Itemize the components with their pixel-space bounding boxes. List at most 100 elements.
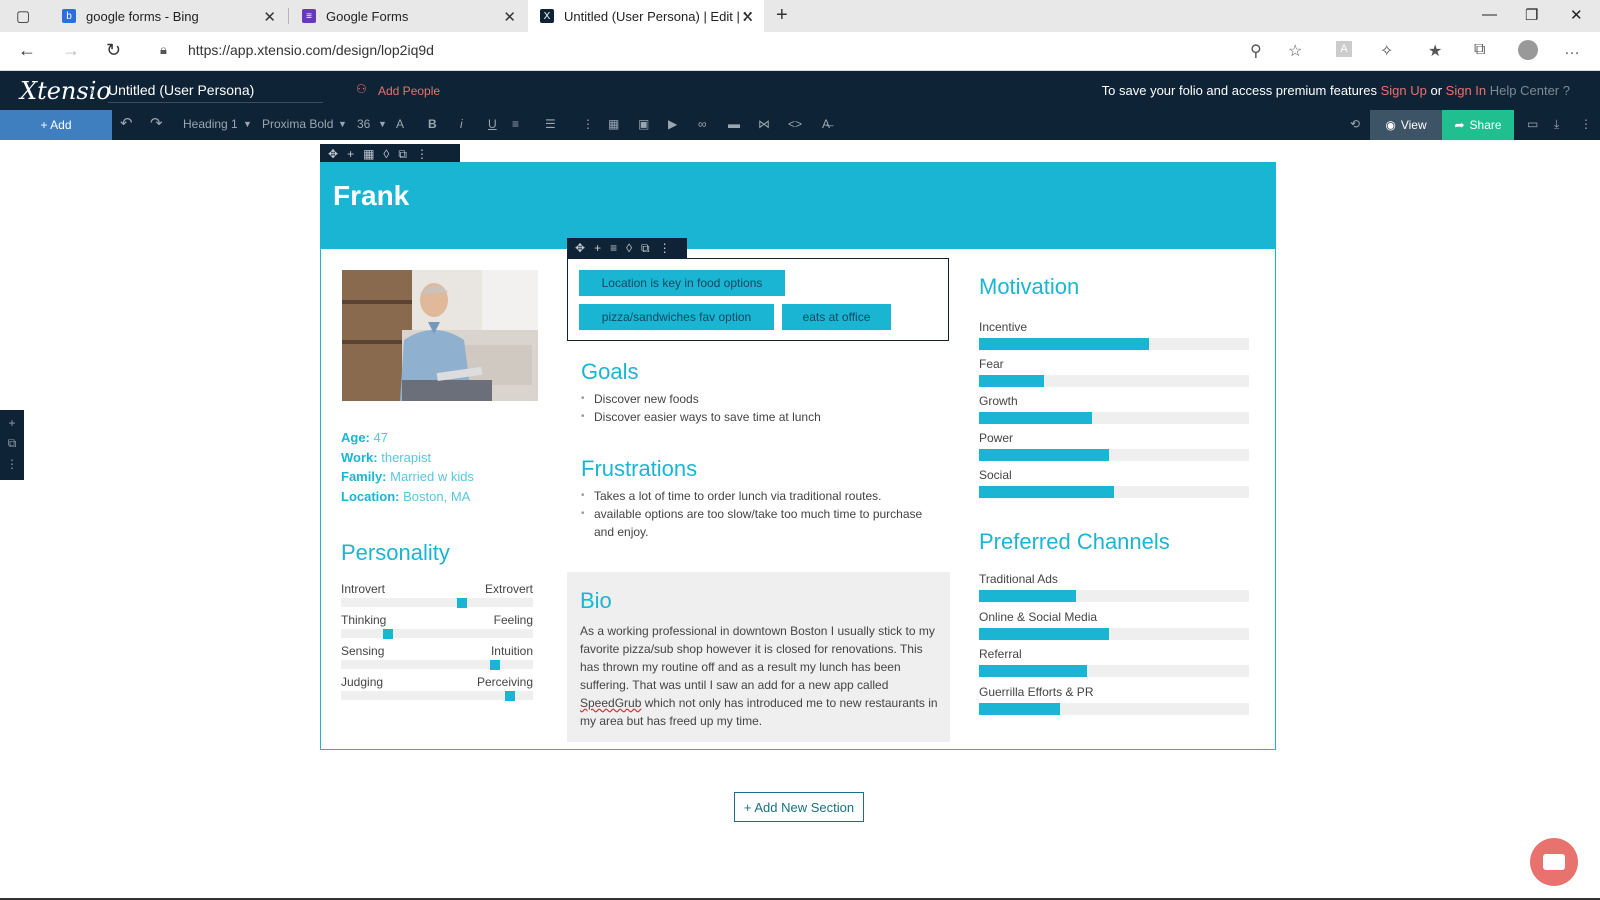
close-tab-icon[interactable]: ✕ bbox=[263, 8, 276, 26]
personality-marker[interactable] bbox=[490, 660, 501, 670]
motivation-track[interactable] bbox=[979, 375, 1249, 387]
motivation-row[interactable]: Social bbox=[979, 468, 1249, 502]
back-icon[interactable]: ← bbox=[18, 40, 36, 61]
help-center-link[interactable]: Help Center bbox=[1490, 83, 1559, 98]
bio-panel[interactable]: Bio As a working professional in downtow… bbox=[567, 572, 950, 742]
url-text[interactable]: https://app.xtensio.com/design/lop2iq9d bbox=[188, 42, 434, 58]
font-select[interactable]: Proxima Bold bbox=[262, 117, 333, 131]
persona-photo[interactable] bbox=[342, 270, 538, 401]
sign-up-link[interactable]: Sign Up bbox=[1381, 83, 1427, 98]
sign-in-link[interactable]: Sign In bbox=[1446, 83, 1486, 98]
puzzle-icon[interactable]: ✧ bbox=[1380, 41, 1393, 61]
tab-bing[interactable]: b google forms - Bing ✕ bbox=[50, 0, 286, 32]
history-icon[interactable]: ⟲ bbox=[1350, 117, 1360, 131]
link-icon[interactable]: ∞ bbox=[698, 117, 707, 131]
personality-heading[interactable]: Personality bbox=[341, 540, 450, 566]
new-tab-icon[interactable]: + bbox=[776, 4, 788, 27]
image-icon[interactable]: ▣ bbox=[638, 117, 649, 131]
motivation-row[interactable]: Fear bbox=[979, 357, 1249, 391]
motivation-track[interactable] bbox=[979, 486, 1249, 498]
channels-row[interactable]: Traditional Ads bbox=[979, 572, 1249, 606]
add-new-section-button[interactable]: + Add New Section bbox=[734, 792, 864, 822]
personality-row[interactable]: Sensing Intuition bbox=[341, 644, 533, 672]
close-tab-icon[interactable]: ✕ bbox=[503, 8, 516, 26]
underline-icon[interactable]: U bbox=[488, 117, 497, 131]
minimize-icon[interactable]: — bbox=[1482, 6, 1497, 23]
channels-track[interactable] bbox=[979, 590, 1249, 602]
more-vertical-icon[interactable]: ⋮ bbox=[0, 457, 24, 471]
font-size-select[interactable]: 36 bbox=[357, 117, 370, 131]
help-icon[interactable]: ? bbox=[1563, 83, 1570, 98]
document-title[interactable]: Untitled (User Persona) bbox=[108, 82, 323, 103]
clear-format-icon[interactable]: A̶ bbox=[822, 117, 830, 131]
present-icon[interactable]: ▭ bbox=[1527, 117, 1538, 131]
detail-family[interactable]: Family: Married w kids bbox=[341, 467, 474, 487]
close-window-icon[interactable]: ✕ bbox=[1570, 6, 1583, 24]
chevron-down-icon[interactable]: ▼ bbox=[338, 119, 347, 129]
tag-chip[interactable]: Location is key in food options bbox=[579, 270, 785, 296]
forward-icon[interactable]: → bbox=[62, 40, 80, 61]
motivation-track[interactable] bbox=[979, 412, 1249, 424]
add-button[interactable]: + Add bbox=[0, 110, 112, 140]
bio-heading[interactable]: Bio bbox=[580, 588, 612, 614]
motivation-heading[interactable]: Motivation bbox=[979, 274, 1079, 300]
refresh-icon[interactable]: ↻ bbox=[106, 40, 121, 61]
close-tab-icon[interactable]: ✕ bbox=[741, 8, 754, 26]
download-icon[interactable]: ⤓ bbox=[1554, 117, 1559, 132]
zoom-icon[interactable]: ⚲ bbox=[1250, 41, 1262, 61]
add-icon[interactable]: + bbox=[0, 416, 24, 430]
tab-google-forms[interactable]: ≡ Google Forms ✕ bbox=[290, 0, 526, 32]
personality-marker[interactable] bbox=[457, 598, 468, 608]
motivation-track[interactable] bbox=[979, 449, 1249, 461]
channels-row[interactable]: Guerrilla Efforts & PR bbox=[979, 685, 1249, 719]
favorites-icon[interactable]: ★ bbox=[1428, 41, 1442, 61]
move-icon[interactable]: ✥ bbox=[575, 241, 585, 255]
frustrations-heading[interactable]: Frustrations bbox=[581, 456, 697, 482]
personality-track[interactable] bbox=[341, 629, 533, 638]
profile-avatar[interactable] bbox=[1518, 40, 1538, 60]
bio-text[interactable]: As a working professional in downtown Bo… bbox=[580, 622, 940, 730]
xtensio-logo[interactable]: Xtensio bbox=[20, 77, 111, 105]
detail-location[interactable]: Location: Boston, MA bbox=[341, 487, 474, 507]
add-people-link[interactable]: Add People bbox=[378, 84, 440, 98]
more-vertical-icon[interactable]: ⋮ bbox=[1580, 117, 1592, 131]
duplicate-icon[interactable]: ⧉ bbox=[0, 436, 24, 451]
detail-age[interactable]: Age: 47 bbox=[341, 428, 474, 448]
tags-box[interactable]: Location is key in food options pizza/sa… bbox=[567, 258, 949, 341]
align-icon[interactable]: ≡ bbox=[512, 117, 519, 131]
italic-icon[interactable]: i bbox=[460, 117, 463, 131]
extension-icon[interactable]: A bbox=[1336, 41, 1352, 57]
maximize-icon[interactable]: ❐ bbox=[1525, 6, 1538, 24]
duplicate-icon[interactable]: ⧉ bbox=[641, 241, 650, 256]
motivation-row[interactable]: Growth bbox=[979, 394, 1249, 428]
bold-icon[interactable]: B bbox=[428, 117, 437, 131]
more-vertical-icon[interactable]: ⋮ bbox=[416, 147, 428, 161]
channels-track[interactable] bbox=[979, 665, 1249, 677]
motivation-row[interactable]: Incentive bbox=[979, 320, 1249, 354]
add-icon[interactable]: + bbox=[594, 241, 601, 255]
persona-name[interactable]: Frank bbox=[333, 180, 409, 212]
motivation-track[interactable] bbox=[979, 338, 1249, 350]
goals-heading[interactable]: Goals bbox=[581, 359, 638, 385]
tab-actions-icon[interactable]: ▢ bbox=[16, 7, 30, 25]
goal-item[interactable]: Discover new foods bbox=[581, 390, 941, 408]
redo-icon[interactable]: ↷ bbox=[150, 114, 163, 132]
chat-button[interactable] bbox=[1530, 838, 1578, 886]
share-node-icon[interactable]: ⋈ bbox=[758, 117, 770, 131]
chevron-down-icon[interactable]: ▼ bbox=[243, 119, 252, 129]
duplicate-icon[interactable]: ⧉ bbox=[398, 147, 407, 162]
lock-icon[interactable]: 🔒︎ bbox=[160, 42, 167, 58]
table-icon[interactable]: ▦ bbox=[608, 117, 619, 131]
more-vertical-icon[interactable]: ⋮ bbox=[659, 241, 671, 255]
personality-track[interactable] bbox=[341, 660, 533, 669]
personality-row[interactable]: Judging Perceiving bbox=[341, 675, 533, 703]
personality-track[interactable] bbox=[341, 598, 533, 607]
embed-icon[interactable]: ▬ bbox=[728, 117, 740, 131]
channels-track[interactable] bbox=[979, 627, 1249, 640]
color-drop-icon[interactable]: ◊ bbox=[626, 241, 632, 255]
tag-chip[interactable]: pizza/sandwiches fav option bbox=[579, 304, 774, 330]
text-style-select[interactable]: Heading 1 bbox=[183, 117, 238, 131]
personality-row[interactable]: Introvert Extrovert bbox=[341, 582, 533, 610]
collections-icon[interactable]: ⧉ bbox=[1474, 41, 1485, 59]
goal-item[interactable]: Discover easier ways to save time at lun… bbox=[581, 408, 941, 426]
